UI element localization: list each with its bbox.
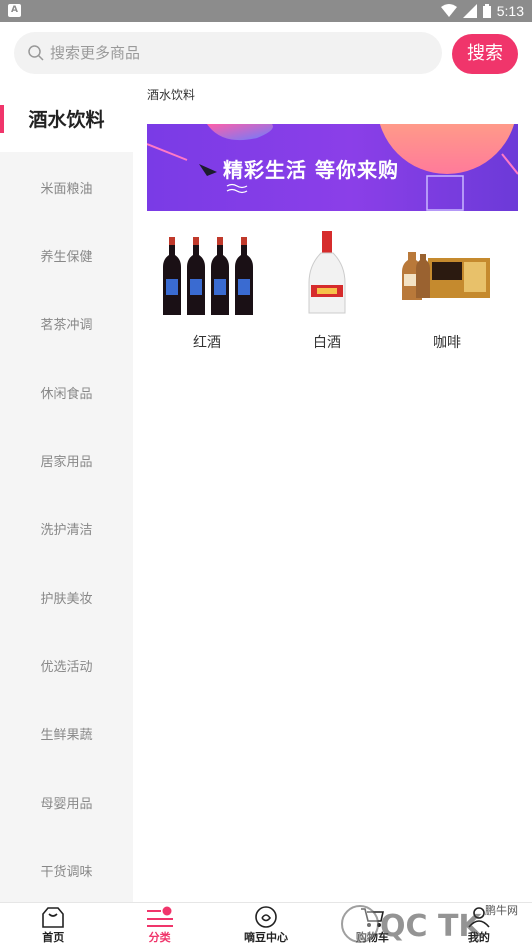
bottom-nav: 首页 分类 嘀豆中心 购物车 我的 <box>0 902 532 946</box>
sidebar-item-label: 优选活动 <box>40 659 93 675</box>
search-input[interactable] <box>50 44 410 62</box>
sidebar-item-snacks[interactable]: 休闲食品 <box>0 358 133 426</box>
product-name: 红酒 <box>193 335 221 351</box>
sidebar-item-baby[interactable]: 母婴用品 <box>0 768 133 836</box>
category-content: 酒水饮料 精彩生活 等你来购 红酒 白酒 咖啡 <box>133 84 532 902</box>
nav-label: 购物车 <box>355 931 389 944</box>
product-item-coffee[interactable]: 咖啡 <box>387 224 507 352</box>
sidebar-item-label: 生鲜果蔬 <box>40 727 93 743</box>
baijiu-image <box>267 224 387 324</box>
nav-label: 首页 <box>42 931 65 944</box>
sidebar-item-tea[interactable]: 茗茶冲调 <box>0 289 133 357</box>
product-name: 白酒 <box>313 335 341 351</box>
status-time: 5:13 <box>496 3 524 19</box>
banner-text: 精彩生活 等你来购 <box>223 158 399 182</box>
home-icon <box>42 907 65 928</box>
active-indicator <box>0 105 4 133</box>
coffee-image <box>387 224 507 324</box>
sidebar-item-promotions[interactable]: 优选活动 <box>0 631 133 699</box>
app-screen: A 5:13 搜索 酒水饮料 <box>0 0 532 946</box>
sidebar-item-label: 茗茶冲调 <box>40 317 93 333</box>
sidebar-item-skincare[interactable]: 护肤美妆 <box>0 563 133 631</box>
product-name: 咖啡 <box>433 335 461 351</box>
nav-category[interactable]: 分类 <box>106 903 212 946</box>
product-item-baijiu[interactable]: 白酒 <box>267 224 387 352</box>
sidebar-item-drinks[interactable]: 酒水饮料 <box>0 84 133 152</box>
category-icon <box>146 906 173 927</box>
sidebar-item-rice-oil[interactable]: 米面粮油 <box>0 153 133 221</box>
nav-home[interactable]: 首页 <box>0 903 106 946</box>
sidebar-item-label: 居家用品 <box>40 454 93 470</box>
nav-bean-center[interactable]: 嘀豆中心 <box>213 903 319 946</box>
signal-icon <box>462 4 477 18</box>
sidebar-item-seasoning[interactable]: 干货调味 <box>0 836 133 904</box>
status-bar: A 5:13 <box>0 0 532 22</box>
search-button[interactable]: 搜索 <box>452 34 518 74</box>
red-wine-image <box>147 224 267 324</box>
nav-cart[interactable]: 购物车 <box>319 903 425 946</box>
sidebar-item-fresh-produce[interactable]: 生鲜果蔬 <box>0 699 133 767</box>
profile-icon <box>468 907 490 928</box>
cart-icon <box>361 908 385 927</box>
wifi-icon <box>440 4 457 17</box>
product-grid: 红酒 白酒 咖啡 <box>147 224 518 352</box>
app-notification-icon: A <box>8 4 21 17</box>
category-sidebar: 酒水饮料 米面粮油 养生保健 茗茶冲调 休闲食品 居家用品 洗护清洁 护肤美妆 … <box>0 84 133 902</box>
sidebar-item-label: 洗护清洁 <box>40 522 93 538</box>
promo-banner[interactable]: 精彩生活 等你来购 <box>147 124 518 211</box>
section-title: 酒水饮料 <box>147 88 196 102</box>
nav-label: 我的 <box>467 931 490 944</box>
sidebar-item-label: 护肤美妆 <box>40 591 93 607</box>
sidebar-item-label: 休闲食品 <box>40 386 93 402</box>
status-icons: 5:13 <box>440 0 524 22</box>
battery-icon <box>482 4 491 18</box>
nav-label: 嘀豆中心 <box>244 931 289 944</box>
search-box[interactable] <box>14 32 442 74</box>
sidebar-item-home-goods[interactable]: 居家用品 <box>0 426 133 494</box>
sidebar-item-label: 干货调味 <box>40 864 93 880</box>
product-item-red-wine[interactable]: 红酒 <box>147 224 267 352</box>
sidebar-item-health[interactable]: 养生保健 <box>0 221 133 289</box>
sidebar-item-label: 养生保健 <box>40 249 93 265</box>
nav-label: 分类 <box>148 931 171 944</box>
bean-center-icon <box>255 906 277 928</box>
sidebar-item-cleaning[interactable]: 洗护清洁 <box>0 494 133 562</box>
sidebar-item-label: 米面粮油 <box>40 181 93 197</box>
nav-profile[interactable]: 我的 <box>426 903 532 946</box>
sidebar-item-label: 母婴用品 <box>40 796 93 812</box>
sidebar-item-label: 酒水饮料 <box>28 108 105 131</box>
search-bar: 搜索 <box>0 22 532 84</box>
search-icon <box>28 45 44 61</box>
